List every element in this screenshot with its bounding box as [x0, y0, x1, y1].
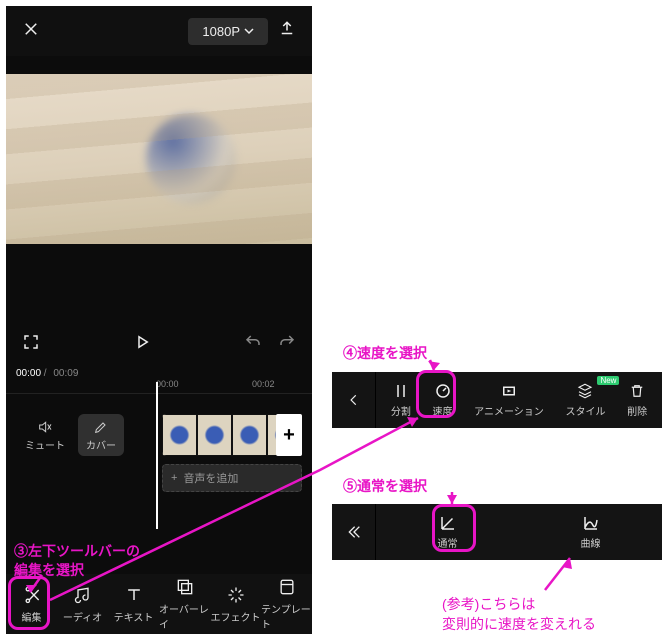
undo-redo-group: [244, 333, 296, 356]
timeline[interactable]: ミュート カバー + + 音声を追加: [6, 393, 312, 523]
toolbar-effect[interactable]: エフェクト: [210, 585, 261, 624]
current-time: 00:00: [16, 368, 41, 379]
annotation-ref-line2: 変則的に速度を変えれる: [442, 614, 596, 634]
scissors-icon: [22, 585, 42, 605]
clip-thumb[interactable]: [232, 414, 267, 456]
panel-curve-label: 曲線: [581, 535, 601, 550]
phone-frame: 1080P 00:00 / 00:09: [6, 6, 312, 634]
fullscreen-icon[interactable]: [22, 333, 40, 356]
bottom-toolbar: 編集 ーディオ テキスト オーバーレイ エフェクト テンプレート: [6, 574, 312, 634]
toolbar-edit[interactable]: 編集: [6, 585, 57, 624]
text-icon: [124, 585, 144, 605]
annotation-step3-line1: ③左下ツールバーの: [14, 541, 140, 561]
panel-normal-label: 通常: [438, 535, 458, 550]
resolution-label: 1080P: [202, 24, 240, 39]
undo-icon[interactable]: [244, 333, 262, 356]
add-audio-row[interactable]: + 音声を追加: [162, 464, 302, 492]
sparkle-icon: [226, 585, 246, 605]
clip-tools-panel: 分割 速度 アニメーション スタイル New 削除: [332, 372, 662, 428]
plus-icon: +: [171, 472, 177, 484]
export-icon[interactable]: [278, 20, 296, 43]
ruler-tick: 00:02: [252, 379, 275, 389]
cover-label: カバー: [86, 437, 116, 452]
playback-row: [6, 322, 312, 366]
music-icon: [73, 585, 93, 605]
panel-style-label: スタイル: [565, 403, 605, 418]
chevron-double-left-icon: [346, 524, 362, 540]
annotation-step4: ④速度を選択: [343, 343, 427, 363]
panel-speed-label: 速度: [433, 403, 453, 418]
panel-item-delete[interactable]: 削除: [627, 382, 647, 418]
trash-icon: [628, 382, 646, 400]
topbar: 1080P: [6, 6, 312, 56]
curve-speed-icon: [582, 514, 600, 532]
clip-thumb[interactable]: [162, 414, 197, 456]
toolbar-text[interactable]: テキスト: [108, 585, 159, 624]
cover-button[interactable]: カバー: [78, 414, 124, 456]
toolbar-effect-label: エフェクト: [211, 609, 261, 624]
style-icon: [576, 382, 594, 400]
close-icon[interactable]: [22, 20, 40, 43]
toolbar-overlay[interactable]: オーバーレイ: [159, 577, 210, 631]
panel-item-split[interactable]: 分割: [391, 382, 411, 418]
toolbar-audio[interactable]: ーディオ: [57, 585, 108, 624]
chevron-left-icon: [347, 393, 361, 407]
video-preview[interactable]: [6, 74, 312, 244]
mute-icon: [37, 419, 53, 435]
new-badge: New: [597, 376, 619, 385]
template-icon: [277, 577, 297, 597]
panel-item-speed[interactable]: 速度: [433, 382, 453, 418]
panel-back-button[interactable]: [332, 372, 376, 428]
topbar-right: 1080P: [188, 18, 296, 45]
resolution-button[interactable]: 1080P: [188, 18, 268, 45]
pencil-icon: [93, 419, 109, 435]
panel-split-label: 分割: [391, 403, 411, 418]
mute-label: ミュート: [25, 437, 65, 452]
playhead[interactable]: [156, 382, 158, 529]
panel-item-curve[interactable]: 曲線: [581, 514, 601, 550]
annotation-ref-line1: (参考)こちらは: [442, 594, 535, 614]
add-audio-label: 音声を追加: [183, 470, 238, 486]
panel-item-style[interactable]: スタイル: [565, 382, 605, 418]
speed-icon: [434, 382, 452, 400]
panel-item-animation[interactable]: アニメーション: [474, 382, 544, 418]
clip-thumb[interactable]: [197, 414, 232, 456]
toolbar-audio-label: ーディオ: [63, 609, 102, 624]
toolbar-overlay-label: オーバーレイ: [159, 601, 210, 631]
annotation-step3-line2: 編集を選択: [14, 560, 84, 580]
split-icon: [392, 382, 410, 400]
speed-mode-panel: 通常 曲線: [332, 504, 662, 560]
animation-icon: [500, 382, 518, 400]
total-time: 00:09: [53, 368, 78, 379]
toolbar-template-label: テンプレート: [261, 601, 312, 631]
chevron-down-icon: [244, 26, 254, 36]
time-ruler[interactable]: 00:00 00:02: [6, 379, 312, 391]
toolbar-text-label: テキスト: [114, 609, 154, 624]
timecode-row: 00:00 / 00:09: [6, 366, 312, 379]
play-icon[interactable]: [133, 333, 151, 356]
panel-back-button[interactable]: [332, 504, 376, 560]
toolbar-template[interactable]: テンプレート: [261, 577, 312, 631]
redo-icon[interactable]: [278, 333, 296, 356]
overlay-icon: [175, 577, 195, 597]
panel-delete-label: 削除: [627, 403, 647, 418]
panel-item-normal[interactable]: 通常: [438, 514, 458, 550]
annotation-step5: ⑤通常を選択: [343, 476, 427, 496]
toolbar-edit-label: 編集: [22, 609, 42, 624]
normal-speed-icon: [439, 514, 457, 532]
panel-animation-label: アニメーション: [474, 403, 544, 418]
add-clip-button[interactable]: +: [276, 414, 302, 456]
mute-button[interactable]: ミュート: [22, 414, 68, 456]
ruler-tick: 00:00: [156, 379, 179, 389]
